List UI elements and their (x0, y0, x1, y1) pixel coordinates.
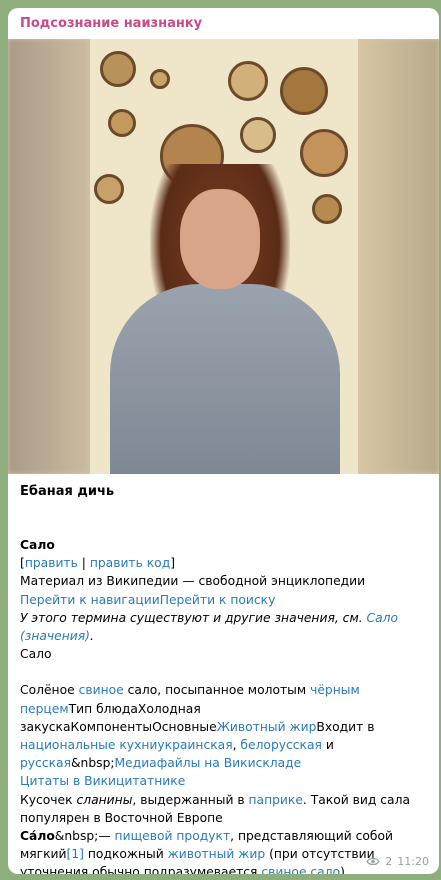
pork-link[interactable]: свиное (79, 683, 124, 697)
term-bold: Са́ло (20, 829, 55, 844)
post-caption: Ебаная дичь (20, 484, 115, 499)
food-product-link[interactable]: пищевой продукт (115, 829, 231, 843)
wall-plate (94, 174, 124, 204)
disambig-prefix: У этого термина существуют и другие знач… (20, 610, 367, 625)
post-body: Сало [править | править код] Материал из… (20, 536, 432, 874)
article-title: Сало (20, 538, 55, 552)
wall-plate (228, 61, 268, 101)
eye-icon (366, 857, 381, 866)
belarusian-link[interactable]: белорусская (240, 738, 322, 752)
disambiguation-note: У этого термина существуют и другие знач… (20, 609, 432, 645)
edit-code-link[interactable]: править код (90, 556, 170, 570)
wall-plate (312, 194, 342, 224)
edit-links-row: [править | править код] (20, 554, 432, 572)
text: &nbsp;— (54, 829, 115, 844)
source-line: Материал из Википедии — свободной энцикл… (20, 574, 366, 589)
edit-link[interactable]: править (25, 556, 78, 570)
animal-fat-link-2[interactable]: животный жир (168, 847, 266, 861)
image-caption-paragraph: Кусочек сланины, выдержанный в паприке. … (20, 791, 432, 827)
text: &nbsp; (70, 756, 115, 771)
pork-fat-link[interactable]: свиное сало (261, 865, 340, 874)
national-cuisines-link[interactable]: национальные кухни (20, 738, 157, 752)
text: подкожный (83, 847, 168, 862)
disambig-suffix: . (89, 629, 94, 644)
wall-plate (300, 129, 348, 177)
image-subtitle: Сало (20, 647, 52, 662)
text: Солёное (20, 683, 79, 698)
message-bubble: Подсознание наизнанку Ебаная дичь Сало [… (8, 8, 439, 874)
video-blur-right (357, 39, 439, 474)
channel-name[interactable]: Подсознание наизнанку (20, 16, 202, 31)
nav-links-row: Перейти к навигацииПерейти к поиску (20, 591, 432, 609)
message-time: 11:20 (397, 855, 429, 868)
video-player[interactable] (8, 39, 439, 474)
russian-link[interactable]: русская (20, 756, 71, 770)
text: и (321, 738, 334, 753)
wall-plate (280, 67, 328, 115)
goto-search-link[interactable]: Перейти к поиску (160, 593, 276, 607)
text: Входит в (316, 719, 375, 734)
wikiquote-link[interactable]: Цитаты в Викицитатнике (20, 772, 432, 790)
person-body (110, 284, 340, 474)
commons-media-link[interactable]: Медиафайлы на Викискладе (115, 756, 302, 770)
slanina-term: сланины (76, 792, 133, 807)
person-face (180, 189, 260, 289)
ukrainian-link[interactable]: украинская (157, 738, 232, 752)
wall-plate (150, 69, 170, 89)
paprika-link[interactable]: паприке (249, 793, 303, 807)
text: Кусочек (20, 792, 77, 807)
video-blur-left (8, 39, 90, 474)
wall-plate (100, 51, 136, 87)
text: , выдержанный в (132, 792, 249, 807)
footnote-link[interactable]: [1] (67, 847, 84, 861)
wall-plate (240, 117, 276, 153)
goto-navigation-link[interactable]: Перейти к навигации (20, 593, 160, 607)
video-frame[interactable] (90, 39, 358, 474)
message-meta: 2 11:20 (366, 855, 429, 868)
bracket-close: ] (170, 556, 176, 571)
view-count: 2 (385, 855, 393, 868)
text: сало, посыпанное молотым (123, 683, 311, 698)
infobox-paragraph: Солёное свиное сало, посыпанное молотым … (20, 681, 432, 772)
animal-fat-link[interactable]: Животный жир (217, 720, 317, 734)
separator: | (77, 556, 90, 571)
wall-plate (108, 109, 136, 137)
